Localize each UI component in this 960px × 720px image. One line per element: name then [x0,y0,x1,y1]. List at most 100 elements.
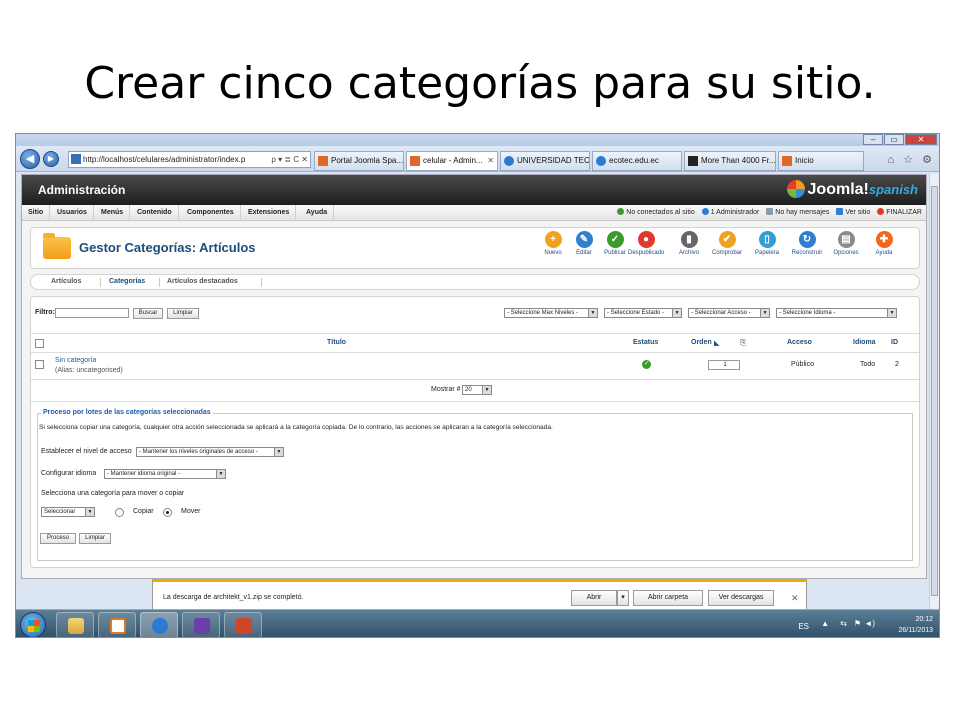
tab-universidad[interactable]: UNIVERSIDAD TEC... [500,151,590,171]
toolbar-comprobar-button[interactable]: ✔ Comprobar [709,231,745,267]
batch-language-label: Configurar idioma [41,470,97,477]
access-value: Público [791,361,814,368]
menu-extensiones[interactable]: Extensiones [242,205,297,221]
filter-input[interactable] [55,308,129,318]
tray-clock[interactable]: 20:12 26/11/2013 [898,614,933,636]
messages-icon [766,208,774,215]
toolbar-opciones-button[interactable]: ▤ Opciones [828,231,864,267]
batch-language-select[interactable]: - Mantener idioma original - ▼ [104,469,226,479]
joomla-admin-page: Administración Joomla!spanish Sitio Usua… [21,174,927,579]
category-title-link[interactable]: Sin categoría [55,357,96,364]
row-checkbox[interactable] [35,360,44,369]
address-controls[interactable]: ρ ▾ ≣ C ✕ [271,152,308,167]
close-tab-icon[interactable]: ✕ [487,152,494,170]
filter-label: Filtro: [35,309,55,316]
toolbar-label: Despublicado [628,250,665,256]
close-window-button[interactable]: ✕ [905,134,937,145]
access-select[interactable]: - Seleccionar Acceso - ▼ [688,308,770,318]
search-button[interactable]: Buscar [133,308,163,319]
toolbar-reconstruir-button[interactable]: ↻ Reconstruir [789,231,825,267]
toolbar-label: Opciones [833,250,859,256]
menu-contenido[interactable]: Contenido [131,205,179,221]
windows-logo-icon [28,620,40,632]
maximize-button[interactable]: ▭ [884,134,904,145]
category-alias: (Alias: uncategorised) [55,367,123,374]
column-header-title[interactable]: Título [327,339,346,346]
network-icon[interactable]: ⇆ [840,619,847,628]
list-limit-select[interactable]: 20 ▼ [462,385,492,395]
column-header-id[interactable]: ID [891,339,898,346]
copy-radio[interactable] [115,508,124,517]
menu-componentes[interactable]: Componentes [181,205,241,221]
menu-sitio[interactable]: Sitio [22,205,51,221]
language-select[interactable]: - Seleccione Idioma - ▼ [776,308,897,318]
batch-process-button[interactable]: Proceso [40,533,76,544]
taskbar-explorer[interactable] [56,612,94,637]
page-title: Gestor Categorías: Artículos [79,240,256,255]
visitors-icon [617,208,625,215]
volume-icon[interactable]: ◄) [864,619,875,628]
menu-ayuda[interactable]: Ayuda [300,205,335,221]
max-levels-select[interactable]: - Seleccione Max Niveles - ▼ [504,308,598,318]
menu-usuarios[interactable]: Usuarios [51,205,94,221]
screenshot-window: – ▭ ✕ ◀ ▶ http://localhost/celulares/adm… [15,133,940,638]
published-status-icon[interactable]: ✓ [642,360,651,369]
show-count-label: Mostrar # [431,386,461,393]
clear-filter-button[interactable]: Limpiar [167,308,199,319]
id-value: 2 [895,361,899,368]
taskbar-visual-studio[interactable] [182,612,220,637]
menu-menus[interactable]: Menús [95,205,131,221]
open-dropdown-icon[interactable]: ▾ [617,590,629,606]
toolbar-label: Archivo [678,250,699,256]
start-button[interactable] [20,612,46,637]
tab-articulos-destacados[interactable]: Artículos destacados [167,275,238,289]
tab-celular-admin[interactable]: celular - Admin... ✕ [406,151,498,171]
open-folder-button[interactable]: Abrir carpeta [633,590,703,606]
tray-language[interactable]: ES [798,622,809,631]
minimize-button[interactable]: – [863,134,883,145]
batch-category-select[interactable]: Seleccionar ▼ [41,507,95,517]
open-download-button[interactable]: Abrir [571,590,617,606]
submenu-tabs: Artículos Categorías Artículos destacado… [30,274,920,290]
toolbar-ayuda-button[interactable]: ✚ Ayuda [866,231,902,267]
column-header-language[interactable]: Idioma [853,339,876,346]
tray-expand-icon[interactable]: ▲ [821,619,829,628]
joomla-logo-icon [786,180,805,198]
column-header-status[interactable]: Estatus [633,339,658,346]
batch-access-label: Establecer el nivel de acceso [41,448,132,455]
back-icon[interactable]: ◀ [20,149,40,169]
tab-inicio[interactable]: Inicio [778,151,864,171]
browser-home-fav-settings-icons[interactable]: ⌂ ☆ ⚙ [888,153,935,166]
order-input[interactable]: 1 [708,360,740,370]
state-select[interactable]: - Seleccione Estado - ▼ [604,308,682,318]
category-manager-toolbar: Gestor Categorías: Artículos + Nuevo ✎ Edit… [30,227,920,269]
action-center-flag-icon[interactable]: ⚑ [854,619,861,628]
download-message: La descarga de architekt_v1.zip se compl… [163,594,304,601]
save-order-icon[interactable]: ⎘ [740,338,746,348]
move-radio[interactable] [163,508,172,517]
tab-articulos[interactable]: Artículos [51,275,81,289]
select-all-checkbox[interactable] [35,339,44,348]
toolbar-archivo-button[interactable]: ▮ Archivo [671,231,707,267]
sort-icon[interactable]: ◣ [714,339,719,347]
toolbar-papelera-button[interactable]: ▯ Papelera [749,231,785,267]
taskbar-powerpoint[interactable] [224,612,262,637]
tab-categorias[interactable]: Categorías [109,275,145,289]
vertical-scrollbar[interactable] [929,174,939,610]
column-header-access[interactable]: Acceso [787,339,812,346]
close-download-bar-icon[interactable]: ✕ [791,593,799,604]
trash-icon: ▯ [758,231,776,248]
batch-access-select[interactable]: - Mantener los niveles originales de acc… [136,447,284,457]
tab-more-than-4000[interactable]: More Than 4000 Fr... [684,151,776,171]
view-downloads-button[interactable]: Ver descargas [708,590,774,606]
forward-icon[interactable]: ▶ [43,151,59,167]
batch-clear-button[interactable]: Limpiar [79,533,111,544]
taskbar-internet-explorer[interactable] [140,612,178,637]
address-bar[interactable]: http://localhost/celulares/administrator… [68,151,311,168]
tab-ecotec[interactable]: ecotec.edu.ec [592,151,682,171]
media-player-icon [110,618,126,634]
taskbar-media-player[interactable] [98,612,136,637]
column-header-order[interactable]: Orden [691,339,712,346]
toolbar-despublicado-button[interactable]: ● Despublicado [628,231,664,267]
tab-portal-joomla[interactable]: Portal Joomla Spa... [314,151,404,171]
